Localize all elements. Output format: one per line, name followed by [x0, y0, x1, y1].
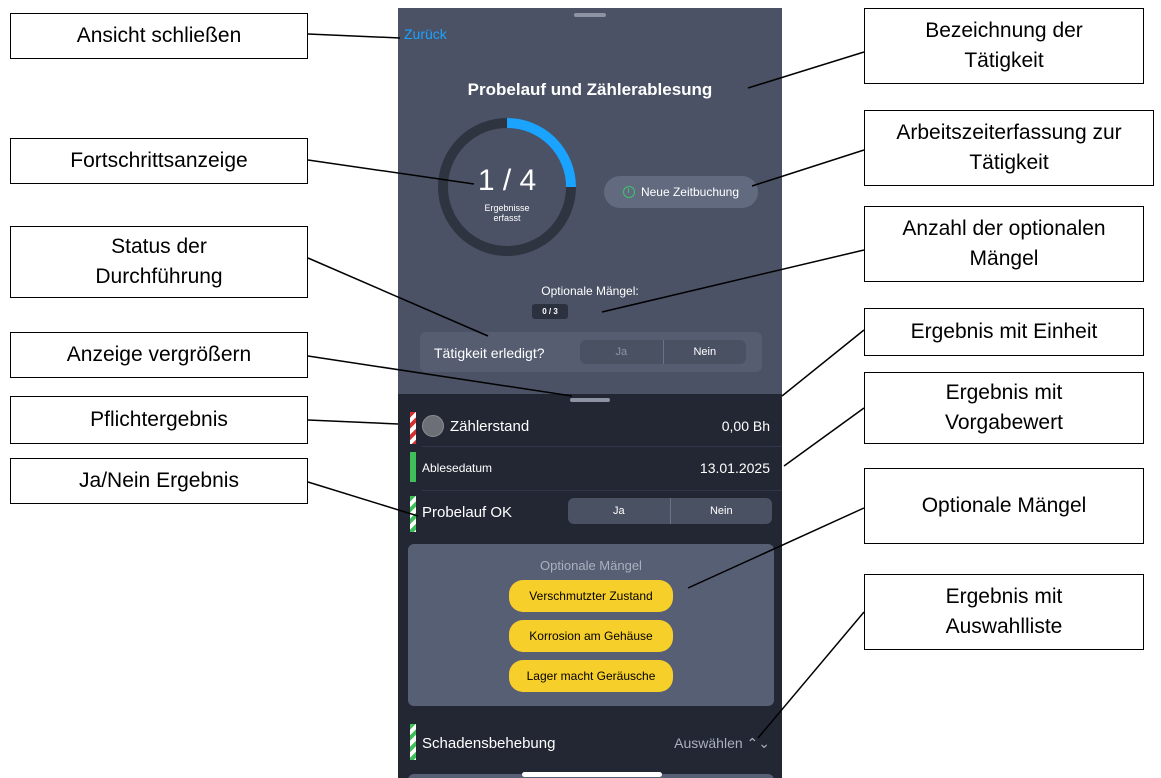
- result-row-date[interactable]: Ablesedatum 13.01.2025: [398, 450, 782, 484]
- selection-dropdown[interactable]: Auswählen ⌃⌄: [674, 735, 770, 752]
- result-label: Zählerstand: [450, 418, 530, 435]
- callout-yes-no: Ja/Nein Ergebnis: [10, 458, 308, 504]
- home-indicator[interactable]: [522, 772, 662, 777]
- row-divider: [422, 446, 782, 447]
- callout-optional-defects-count: Anzahl der optionalen Mängel: [864, 206, 1144, 282]
- progress-label: Ergebnisse erfasst: [484, 203, 530, 223]
- result-label: Ablesedatum: [422, 461, 493, 475]
- defect-chip[interactable]: Lager macht Geräusche: [509, 660, 673, 692]
- result-indicator: [410, 496, 416, 532]
- callout-line: [307, 419, 399, 425]
- result-indicator: [410, 724, 416, 760]
- result-label: Probelauf OK: [422, 504, 513, 521]
- testrun-yes[interactable]: Ja: [568, 498, 670, 524]
- defect-chip[interactable]: Korrosion am Gehäuse: [509, 620, 673, 652]
- callout-execution-status: Status der Durchführung: [10, 226, 308, 298]
- callout-line: [307, 33, 401, 39]
- optional-defects-badge: 0 / 3: [532, 304, 568, 319]
- result-row-repair[interactable]: Schadensbehebung Auswählen ⌃⌄: [398, 722, 782, 762]
- callout-line: [781, 329, 865, 397]
- result-indicator: [410, 452, 416, 482]
- testrun-toggle: Ja Nein: [568, 498, 772, 524]
- activity-done-row: Tätigkeit erledigt? Ja Nein: [420, 332, 762, 372]
- back-button[interactable]: Zurück: [404, 26, 447, 42]
- optional-defects-card: Optionale Mängel Verschmutzter Zustand K…: [408, 544, 774, 706]
- callout-result-unit: Ergebnis mit Einheit: [864, 308, 1144, 356]
- app-screen: Zurück Probelauf und Zählerablesung 1 / …: [398, 8, 782, 778]
- callout-time-tracking: Arbeitszeiterfassung zur Tätigkeit: [864, 110, 1154, 186]
- result-row-meter[interactable]: Zählerstand 0,00 Bh: [398, 408, 782, 444]
- activity-sheet: Zurück Probelauf und Zählerablesung 1 / …: [398, 8, 782, 394]
- new-time-booking-button[interactable]: Neue Zeitbuchung: [604, 176, 758, 208]
- status-circle-icon: [422, 415, 444, 437]
- row-divider: [422, 490, 782, 491]
- activity-done-toggle: Ja Nein: [580, 340, 746, 364]
- result-value: 0,00 Bh: [721, 418, 770, 434]
- result-label: Schadensbehebung: [422, 735, 556, 752]
- callout-result-default: Ergebnis mit Vorgabewert: [864, 372, 1144, 444]
- callout-optional-defects: Optionale Mängel: [864, 468, 1144, 544]
- progress-ring: 1 / 4 Ergebnisse erfasst: [432, 112, 582, 262]
- activity-title: Probelauf und Zählerablesung: [467, 80, 713, 99]
- optional-defects-title: Optionale Mängel: [540, 558, 642, 573]
- sheet-grabber[interactable]: [574, 13, 606, 17]
- result-row-testrun: Probelauf OK Ja Nein: [398, 494, 782, 534]
- activity-done-no[interactable]: Nein: [662, 340, 747, 364]
- clock-icon: [622, 186, 635, 198]
- callout-close-view: Ansicht schließen: [10, 13, 308, 59]
- result-value: 13.01.2025: [699, 460, 770, 476]
- activity-done-label: Tätigkeit erledigt?: [434, 345, 545, 361]
- callout-result-selection: Ergebnis mit Auswahlliste: [864, 574, 1144, 650]
- mandatory-indicator: [410, 412, 416, 444]
- progress-count: 1 / 4: [477, 164, 537, 197]
- callout-activity-name: Bezeichnung der Tätigkeit: [864, 8, 1144, 84]
- callout-enlarge: Anzeige vergrößern: [10, 332, 308, 378]
- defect-chip[interactable]: Verschmutzter Zustand: [509, 580, 673, 612]
- testrun-no[interactable]: Nein: [669, 498, 773, 524]
- callout-line: [783, 407, 865, 467]
- new-time-booking-label: Neue Zeitbuchung: [640, 185, 740, 199]
- activity-done-yes[interactable]: Ja: [580, 340, 663, 364]
- enlarge-grabber[interactable]: [570, 398, 610, 402]
- callout-mandatory: Pflichtergebnis: [10, 396, 308, 444]
- optional-defects-label: Optionale Mängel:: [541, 284, 639, 298]
- callout-progress: Fortschrittsanzeige: [10, 138, 308, 184]
